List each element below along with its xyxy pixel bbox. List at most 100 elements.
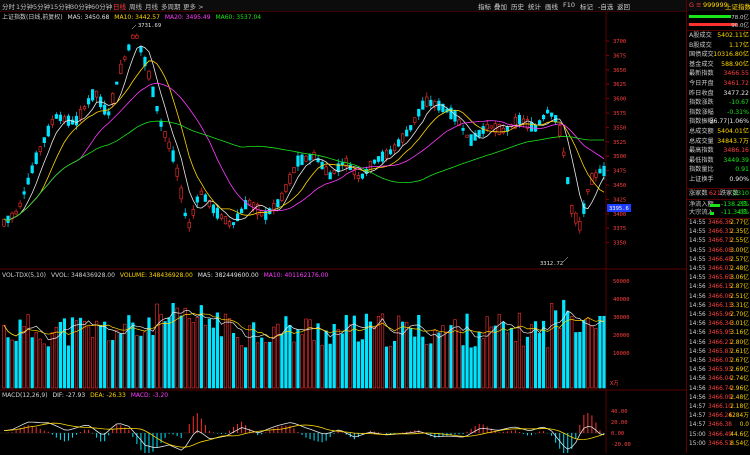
chart-area[interactable]: 3700 3675 3650 3625 3600 3575 3550 3525 3500 3475…	[0, 11, 686, 455]
candle-body	[38, 146, 42, 152]
vol-tick-label: 20000	[613, 333, 630, 339]
candle-body	[74, 115, 79, 126]
tab-monthly[interactable]: 月线	[145, 1, 158, 11]
volume-bar	[42, 343, 46, 389]
tab-15min[interactable]: 15分钟	[50, 1, 71, 11]
menu-add-favorite[interactable]: -自选	[598, 1, 613, 11]
y-tick-label: 3575	[613, 111, 626, 117]
candle-body	[413, 117, 417, 123]
candle-body	[46, 125, 50, 137]
high-marker-pointer	[131, 24, 137, 30]
volume-bar	[82, 320, 87, 389]
volume-bar	[26, 314, 30, 389]
tab-30min[interactable]: 30分钟	[70, 1, 91, 11]
tab-multi-period[interactable]: 多周期	[161, 1, 181, 11]
tick-time: 14:56	[689, 358, 706, 364]
volume-bar	[99, 325, 103, 389]
candle-body	[574, 212, 578, 224]
main-legend: 上证指数(日线,前复权) MA5: 3450.68 MA10: 3442.57 …	[2, 12, 261, 21]
volume-bar	[111, 339, 115, 389]
tab-more[interactable]: 更多 >	[183, 1, 204, 11]
volume-bar	[421, 336, 425, 389]
tab-5min[interactable]: 5分钟	[33, 1, 50, 11]
tick-row: 14:55 3466.08 3.00亿	[689, 248, 749, 255]
volume-bar	[30, 337, 34, 389]
volume-bar	[22, 326, 26, 389]
tick-row: 14:55 3465.69 3.06亿	[689, 275, 749, 282]
volume-bar	[54, 326, 58, 389]
menu-indicator[interactable]: 指标	[478, 1, 491, 11]
volume-bar	[135, 335, 139, 389]
volume-bar	[50, 332, 54, 389]
tab-timeshare[interactable]: 分时	[2, 1, 15, 11]
vol-label: VOL-TDX(5,10)	[2, 272, 47, 279]
tick-price: 3466.07	[708, 358, 732, 364]
candle-body	[469, 134, 473, 146]
menu-draw[interactable]: 画线	[545, 1, 558, 11]
volume-bar	[131, 322, 135, 389]
volume-bar	[525, 336, 530, 389]
candle-body	[461, 128, 465, 131]
tick-price: 3466.13	[708, 302, 732, 309]
tab-daily[interactable]: 日线	[113, 1, 126, 11]
candle-body	[179, 187, 183, 200]
candle-body	[260, 209, 264, 217]
menu-history[interactable]: 历史	[511, 1, 524, 11]
tick-price: 3466.09	[708, 394, 732, 401]
tick-amount: 2.67亿	[730, 358, 749, 364]
candle-body	[485, 123, 489, 130]
macd-legend: MACD(12,26,9) DIF: -27.93 DEA: -26.33 MA…	[2, 392, 168, 399]
candle-body	[203, 194, 207, 202]
tick-amount: 44.6亿	[730, 431, 749, 438]
volume-bar	[566, 311, 570, 389]
volume-bar	[276, 323, 280, 389]
tick-amount: 2.48亿	[730, 266, 749, 272]
volume-bar	[103, 321, 107, 389]
menu-back[interactable]: 返回	[617, 1, 630, 11]
quote-row: 总成交额 5404.01亿	[689, 128, 749, 136]
tick-row: 15:00 3466.51 8.54亿	[689, 441, 749, 448]
tick-amount: 2.77亿	[730, 220, 749, 226]
volume-bar	[554, 310, 558, 389]
menu-mark[interactable]: 标记	[580, 1, 593, 11]
quote-row: 上证换手 0.90%	[689, 176, 749, 184]
menu-f10[interactable]: F10	[563, 1, 575, 9]
volume-bar	[199, 305, 203, 389]
tab-60min[interactable]: 60分钟	[91, 1, 112, 11]
volume-bar	[582, 320, 586, 389]
quote-row: 基金成交 588.90亿	[689, 61, 749, 69]
volume-bar	[477, 331, 481, 389]
candle-body	[95, 90, 99, 98]
tick-price: 3466.06	[708, 293, 732, 300]
tick-price: 3465.93	[708, 367, 732, 374]
quote-row-label: 今日开盘	[689, 80, 714, 87]
tab-1min[interactable]: 1分钟	[16, 1, 33, 11]
volume-bar	[380, 313, 385, 389]
volume-bar	[256, 342, 260, 389]
tick-row: 14:56 3466.06 2.51亿	[689, 294, 749, 301]
volume-bar	[465, 313, 469, 389]
tick-time: 14:56	[689, 293, 706, 300]
menu-overlay[interactable]: 叠加	[494, 1, 507, 11]
tab-weekly[interactable]: 周线	[129, 1, 142, 11]
volume-bar	[356, 341, 360, 389]
menu-stats[interactable]: 统计	[528, 1, 541, 11]
candle-body	[405, 129, 409, 137]
y-tick-label: 3700	[613, 39, 626, 45]
volume-bar	[171, 302, 175, 389]
candle-body	[332, 170, 336, 174]
volume-bar	[179, 315, 183, 389]
chart-canvas[interactable]: 3700 3675 3650 3625 3600 3575 3550 3525 3500 3475…	[0, 11, 686, 455]
vol-tick-label: 50000	[613, 279, 630, 285]
candle-body	[231, 222, 236, 226]
candle-body	[541, 115, 546, 120]
tick-time: 14:55	[689, 247, 706, 254]
quote-row: 国债成交 10316.80亿	[689, 51, 749, 59]
candle-body	[477, 129, 481, 137]
candle-body	[227, 221, 232, 227]
tick-row: 14:57 3466.24 6284万	[689, 413, 749, 420]
tick-amount: 2.35亿	[730, 229, 749, 236]
candle-body	[78, 108, 83, 120]
candle-body	[392, 144, 397, 152]
volume-bar	[195, 317, 199, 389]
